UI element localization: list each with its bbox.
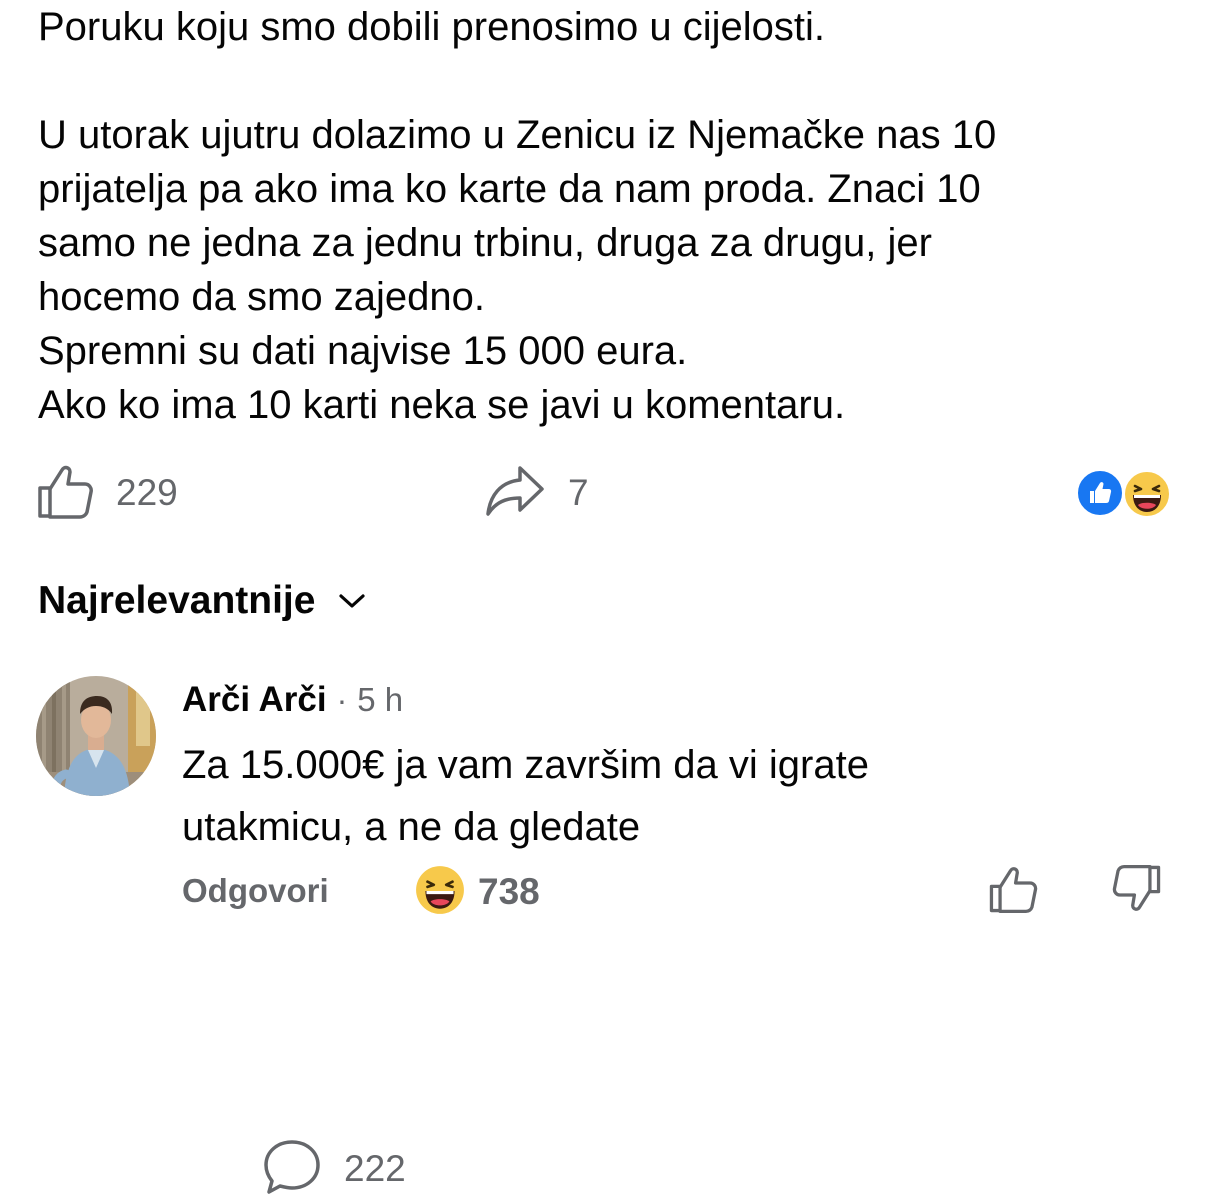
post-line: hocemo da smo zajedno. [38,275,485,319]
share-button[interactable]: 7 [484,462,589,524]
comment-header: Arči Arči · 5 h [182,676,1172,734]
comment-reactions[interactable]: 738 [414,862,540,922]
share-arrow-icon [484,462,546,525]
comment-button[interactable]: 222 [262,1138,1206,1200]
like-count: 229 [116,472,178,513]
chevron-down-icon [337,591,367,616]
comment-reaction-count: 738 [478,871,540,912]
comment-line: Za 15.000€ ja vam završim da vi igrate [182,743,869,787]
comment-author[interactable]: Arči Arči [182,680,327,720]
comment-like-button[interactable] [988,864,1038,919]
thumbs-down-icon [1112,864,1162,918]
thumbs-up-icon [988,867,1038,918]
comment-content: Arči Arči · 5 h Za 15.000€ ja vam završi… [182,676,1172,858]
post-line: Spremni su dati najvise 15 000 eura. [38,329,688,373]
avatar[interactable] [36,676,156,796]
post-body: Poruku koju smo dobili prenosimo u cijel… [38,0,1178,432]
reactions-summary[interactable] [1076,469,1176,519]
haha-reaction-icon [1122,469,1172,519]
thumbs-up-icon [36,462,94,525]
post-intro: Poruku koju smo dobili prenosimo u cijel… [38,5,826,49]
post-line: prijatelja pa ako ima ko karte da nam pr… [38,167,981,211]
post-line: samo ne jedna za jednu trbinu, druga za … [38,221,932,265]
comment-footer: Odgovori 738 [182,862,1176,922]
separator-dot: · [336,682,348,718]
comment-bubble-icon [262,1138,322,1201]
comment-sort-dropdown[interactable]: Najrelevantnije [38,575,367,627]
post-line: Ako ko ima 10 karti neka se javi u komen… [38,383,846,427]
post-actions-bar: 229 222 7 [36,462,1176,1194]
comment-timestamp[interactable]: 5 h [357,681,403,719]
sort-label: Najrelevantnije [38,579,316,622]
comment-line: utakmicu, a ne da gledate [182,805,641,849]
haha-reaction-icon [414,864,466,921]
comment-text: Za 15.000€ ja vam završim da vi igrate u… [182,734,1172,858]
post-line: U utorak ujutru dolazimo u Zenicu iz Nje… [38,113,997,157]
like-button[interactable]: 229 [36,462,178,524]
comment-dislike-button[interactable] [1112,864,1162,919]
share-count: 7 [568,472,589,513]
reply-button[interactable]: Odgovori [182,872,329,910]
like-reaction-icon [1076,469,1124,517]
comment-count: 222 [344,1148,406,1189]
